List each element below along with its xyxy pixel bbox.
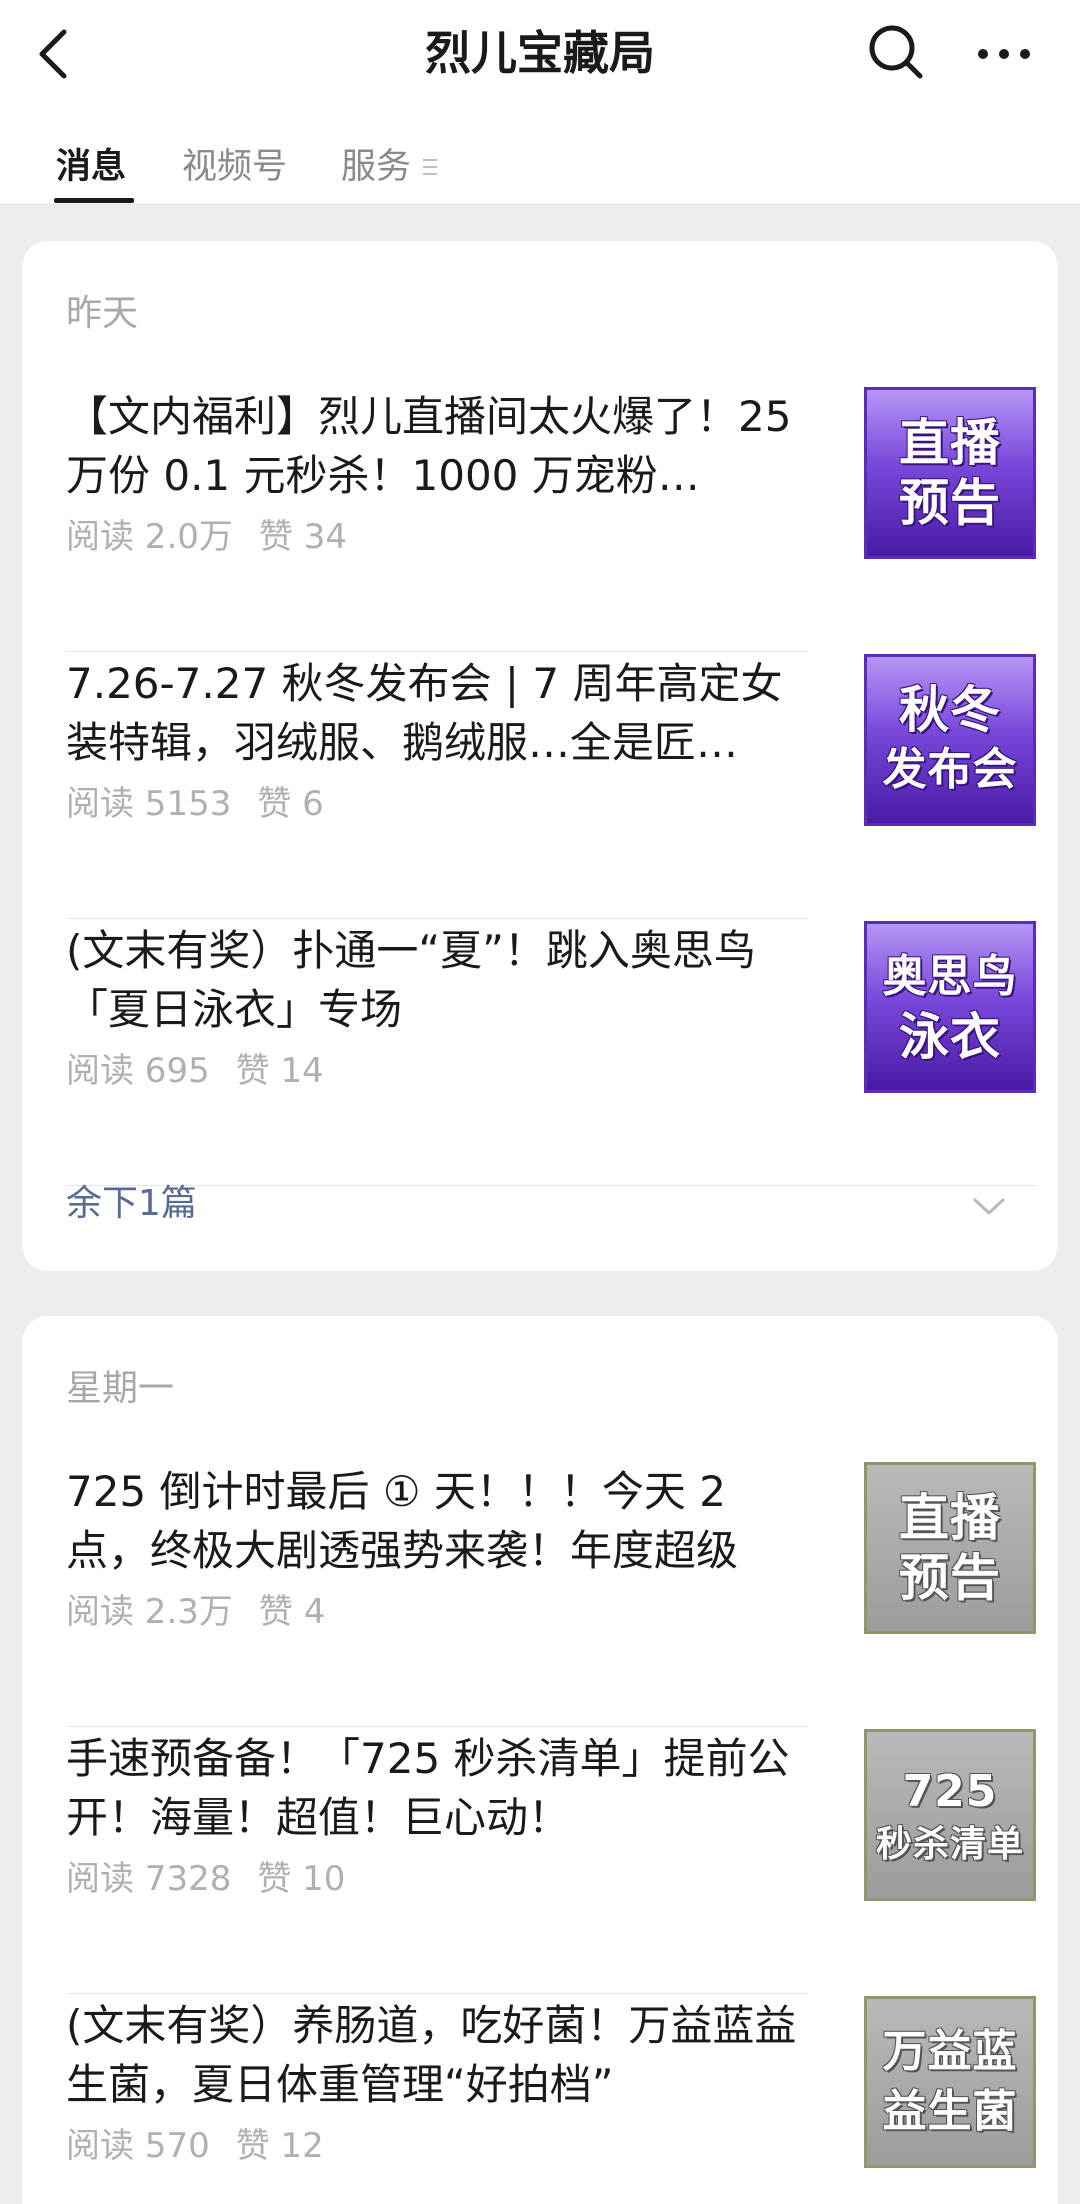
article-meta: 阅读 2.3万赞 4 <box>66 1590 351 1634</box>
thumbnail-text: 预告 <box>899 1549 1001 1607</box>
article-title: 725 倒计时最后 ① 天！！！今天 2 点，终极大剧透强势来袭！年度超级宠… <box>66 1467 739 1575</box>
read-count: 阅读 2.0万 <box>66 517 233 557</box>
thumbnail-text: 725 <box>902 1766 998 1817</box>
divider <box>66 651 808 652</box>
thumbnail-text: 奥思鸟 <box>882 951 1018 1002</box>
like-count: 赞 10 <box>257 1859 346 1899</box>
thumbnail-text: 发布会 <box>882 744 1018 795</box>
read-count: 阅读 5153 <box>66 784 232 824</box>
article-title: 7.26-7.27 秋冬发布会 | 7 周年高定女装特辑，羽绒服、鹅绒服…全是匠… <box>66 659 783 767</box>
article-item[interactable]: 【文内福利】烈儿直播间太火爆了！25 万份 0.1 元秒杀！1000 万宠粉… … <box>66 387 1038 653</box>
read-count: 阅读 570 <box>66 2126 210 2166</box>
thumbnail-text: 预告 <box>899 474 1001 532</box>
article-thumbnail: 直播 预告 <box>864 387 1036 559</box>
read-count: 阅读 695 <box>66 1051 210 1091</box>
thumbnail-text: 万益蓝 <box>882 2026 1018 2077</box>
menu-icon[interactable] <box>421 157 439 177</box>
article-meta: 阅读 570 赞 12 <box>66 2124 350 2168</box>
date-label: 星期一 <box>66 1368 175 1409</box>
article-thumbnail: 万益蓝 益生菌 <box>864 1996 1036 2168</box>
article-thumbnail: 直播 预告 <box>864 1462 1036 1634</box>
article-item[interactable]: 手速预备备！「725 秒杀清单」提前公开！海量！超值！巨心动！ 阅读 7328 赞… <box>66 1729 1038 1995</box>
article-title: 【文内福利】烈儿直播间太火爆了！25 万份 0.1 元秒杀！1000 万宠粉… <box>66 392 792 500</box>
thumbnail-text: 益生菌 <box>882 2086 1018 2137</box>
read-count: 阅读 7328 <box>66 1859 232 1899</box>
thumbnail-text: 直播 <box>899 1489 1001 1547</box>
tab-messages[interactable]: 消息 <box>56 145 126 189</box>
article-item[interactable]: 7.26-7.27 秋冬发布会 | 7 周年高定女装特辑，羽绒服、鹅绒服…全是匠… <box>66 654 1038 920</box>
top-bar: 烈儿宝藏局 <box>0 0 1080 105</box>
article-title: (文末有奖）扑通一“夏”！跳入奥思鸟「夏日泳衣」专场 <box>66 926 756 1034</box>
article-meta: 阅读 695 赞 14 <box>66 1049 350 1093</box>
article-thumbnail: 725 秒杀清单 <box>864 1729 1036 1901</box>
read-count: 阅读 2.3万 <box>66 1592 233 1632</box>
message-group-card: 星期一 725 倒计时最后 ① 天！！！今天 2 点，终极大剧透强势来袭！年度超… <box>22 1316 1058 2204</box>
like-count: 赞 6 <box>257 784 324 824</box>
tab-bar: 消息 视频号 服务 <box>0 105 1080 205</box>
like-count: 赞 14 <box>235 1051 324 1091</box>
active-tab-indicator <box>54 198 134 203</box>
article-meta: 阅读 5153 赞 6 <box>66 782 350 826</box>
divider <box>66 1185 1038 1186</box>
remaining-articles-link[interactable]: 余下1篇 <box>66 1179 197 1229</box>
like-count: 赞 34 <box>258 517 347 557</box>
thumbnail-text: 秋冬 <box>899 681 1001 739</box>
message-group-card: 昨天 【文内福利】烈儿直播间太火爆了！25 万份 0.1 元秒杀！1000 万宠… <box>22 241 1058 1271</box>
article-item[interactable]: 725 倒计时最后 ① 天！！！今天 2 点，终极大剧透强势来袭！年度超级宠… … <box>66 1462 1038 1728</box>
article-item[interactable]: (文末有奖）扑通一“夏”！跳入奥思鸟「夏日泳衣」专场 阅读 695 赞 14 奥思… <box>66 921 1038 1187</box>
search-icon[interactable] <box>866 22 926 82</box>
divider <box>66 1726 808 1727</box>
divider <box>66 1993 808 1994</box>
article-item[interactable]: (文末有奖）养肠道，吃好菌！万益蓝益生菌，夏日体重管理“好拍档” 阅读 570 赞… <box>66 1996 1038 2204</box>
thumbnail-text: 秒杀清单 <box>875 1824 1024 1865</box>
tab-services[interactable]: 服务 <box>341 145 411 189</box>
article-meta: 阅读 2.0万赞 34 <box>66 515 373 559</box>
article-thumbnail: 奥思鸟 泳衣 <box>864 921 1036 1093</box>
like-count: 赞 12 <box>235 2126 324 2166</box>
thumbnail-text: 直播 <box>899 414 1001 472</box>
article-meta: 阅读 7328 赞 10 <box>66 1857 371 1901</box>
thumbnail-text: 泳衣 <box>899 1008 1001 1066</box>
date-label: 昨天 <box>66 293 139 334</box>
article-title: 手速预备备！「725 秒杀清单」提前公开！海量！超值！巨心动！ <box>66 1734 790 1842</box>
like-count: 赞 4 <box>258 1592 326 1632</box>
more-icon[interactable] <box>974 34 1034 74</box>
tab-channels[interactable]: 视频号 <box>182 145 287 189</box>
article-thumbnail: 秋冬 发布会 <box>864 654 1036 826</box>
chevron-down-icon[interactable] <box>972 1197 1006 1217</box>
article-title: (文末有奖）养肠道，吃好菌！万益蓝益生菌，夏日体重管理“好拍档” <box>66 2001 797 2109</box>
divider <box>66 918 808 919</box>
